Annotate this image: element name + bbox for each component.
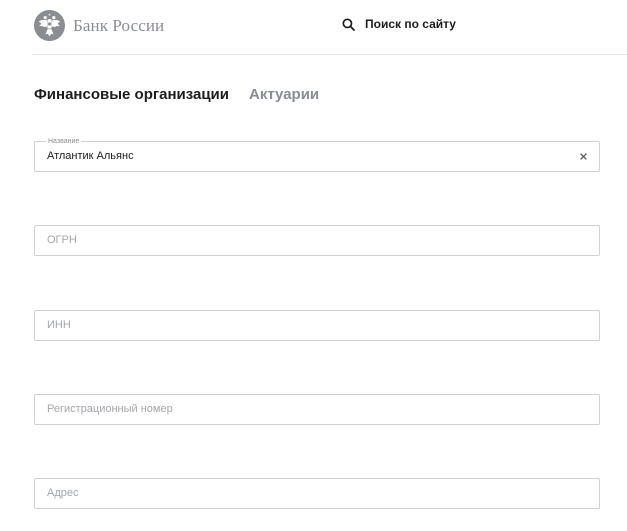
bank-name: Банк России <box>73 15 165 35</box>
search-label: Поиск по сайту <box>365 17 456 31</box>
search-icon <box>342 17 355 31</box>
address-field-placeholder: Адрес <box>47 487 79 499</box>
site-search-button[interactable]: Поиск по сайту <box>342 17 456 31</box>
ogrn-field-placeholder: ОГРН <box>47 234 77 246</box>
organization-type-tabs: Финансовые организации Актуарии <box>34 86 319 103</box>
ogrn-field[interactable]: ОГРН <box>34 225 600 256</box>
tab-actuaries[interactable]: Актуарии <box>249 86 319 103</box>
clear-name-button[interactable] <box>578 151 589 162</box>
bank-logo[interactable]: Банк России <box>33 9 164 42</box>
inn-field-placeholder: ИНН <box>47 319 71 331</box>
close-icon <box>580 153 587 160</box>
inn-field[interactable]: ИНН <box>34 310 600 341</box>
header-divider <box>33 54 627 55</box>
registration-number-placeholder: Регистрационный номер <box>47 403 173 415</box>
address-field[interactable]: Адрес <box>34 478 600 509</box>
name-field-value: Атлантик Альянс <box>47 150 134 162</box>
eagle-emblem-icon <box>34 10 65 41</box>
tab-financial-organizations[interactable]: Финансовые организации <box>34 86 229 103</box>
name-field[interactable]: Название Атлантик Альянс <box>34 137 600 172</box>
site-header: Банк России Поиск по сайту <box>0 0 627 55</box>
registration-number-field[interactable]: Регистрационный номер <box>34 394 600 425</box>
